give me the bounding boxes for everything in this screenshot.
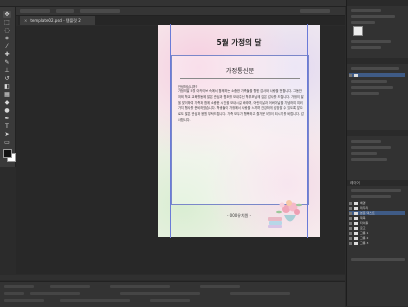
shape-tool-icon[interactable]: ▭: [3, 139, 11, 146]
tools-panel: ✥ ⬚ ◌ ⌗ ⁄ ✚ ✎ ⊥ ↺ ◧ ▦ ◆ ● ✒ T ➤ ▭: [0, 7, 16, 167]
marquee-tool-icon[interactable]: ⬚: [3, 19, 11, 26]
letter-body: 가정의달 5월 아카이브 속에서 함께하는 소중한 가족들을 향한 감사와 사랑…: [178, 89, 304, 122]
page-footer: - 000유치원 -: [226, 213, 252, 218]
timeline-panel[interactable]: [0, 281, 345, 307]
character-panel-header[interactable]: [347, 58, 408, 64]
properties-panel-header[interactable]: [347, 0, 408, 6]
layer-row[interactable]: 그룹 1: [349, 231, 405, 235]
stamp-tool-icon[interactable]: ⊥: [3, 67, 11, 74]
path-select-icon[interactable]: ➤: [3, 131, 11, 138]
layer-row-selected[interactable]: 본문 텍스트: [349, 211, 405, 215]
heal-tool-icon[interactable]: ✚: [3, 51, 11, 58]
document-tab[interactable]: × template02.psd - 템플릿 2: [20, 16, 95, 25]
layer-row[interactable]: 제목: [349, 216, 405, 220]
character-row[interactable]: [349, 73, 405, 77]
color-swatches[interactable]: [3, 149, 16, 163]
dodge-tool-icon[interactable]: ●: [3, 107, 11, 114]
options-bar[interactable]: [0, 7, 345, 16]
page-title: 5월 가정의 달: [216, 38, 262, 47]
document-tab-label: template02.psd - 템플릿 2: [30, 18, 81, 23]
layer-row[interactable]: 테두리: [349, 206, 405, 210]
document-page[interactable]: 5월 가정의 달 가정통신문 안녕하십니까? 가정의달 5월 아카이브 속에서 …: [158, 24, 320, 238]
brush-tool-icon[interactable]: ✎: [3, 59, 11, 66]
type-tool-icon[interactable]: T: [3, 123, 11, 130]
layers-panel-header[interactable]: 레이어: [347, 180, 408, 186]
gradient-tool-icon[interactable]: ▦: [3, 91, 11, 98]
blur-tool-icon[interactable]: ◆: [3, 99, 11, 106]
letter-box: 가정통신문 안녕하십니까? 가정의달 5월 아카이브 속에서 함께하는 소중한 …: [171, 55, 309, 205]
layer-row[interactable]: 배경: [349, 201, 405, 205]
layer-row[interactable]: 타이틀: [349, 221, 405, 225]
layer-row[interactable]: 그룹 3: [349, 241, 405, 245]
layers-tab[interactable]: 레이어: [350, 181, 360, 185]
eraser-tool-icon[interactable]: ◧: [3, 83, 11, 90]
pen-tool-icon[interactable]: ✒: [3, 115, 11, 122]
color-preview[interactable]: [353, 26, 363, 36]
lasso-tool-icon[interactable]: ◌: [3, 27, 11, 34]
foreground-color-swatch[interactable]: [3, 149, 12, 158]
history-brush-icon[interactable]: ↺: [3, 75, 11, 82]
crop-tool-icon[interactable]: ⌗: [3, 35, 11, 42]
letter-divider: [180, 78, 300, 79]
eyedropper-tool-icon[interactable]: ⁄: [3, 43, 11, 50]
layer-row[interactable]: 그룹 2: [349, 236, 405, 240]
layer-row[interactable]: 로고: [349, 226, 405, 230]
letter-title: 가정통신문: [225, 68, 255, 75]
right-panels: 레이어 배경 테두리 본문 텍스트 제목 타이틀 로고 그룹 1 그룹 2 그룹…: [346, 0, 408, 306]
paragraph-panel-header[interactable]: [347, 130, 408, 136]
close-tab-icon[interactable]: ×: [24, 18, 27, 23]
status-bar: [0, 275, 345, 280]
move-tool-icon[interactable]: ✥: [3, 11, 11, 18]
